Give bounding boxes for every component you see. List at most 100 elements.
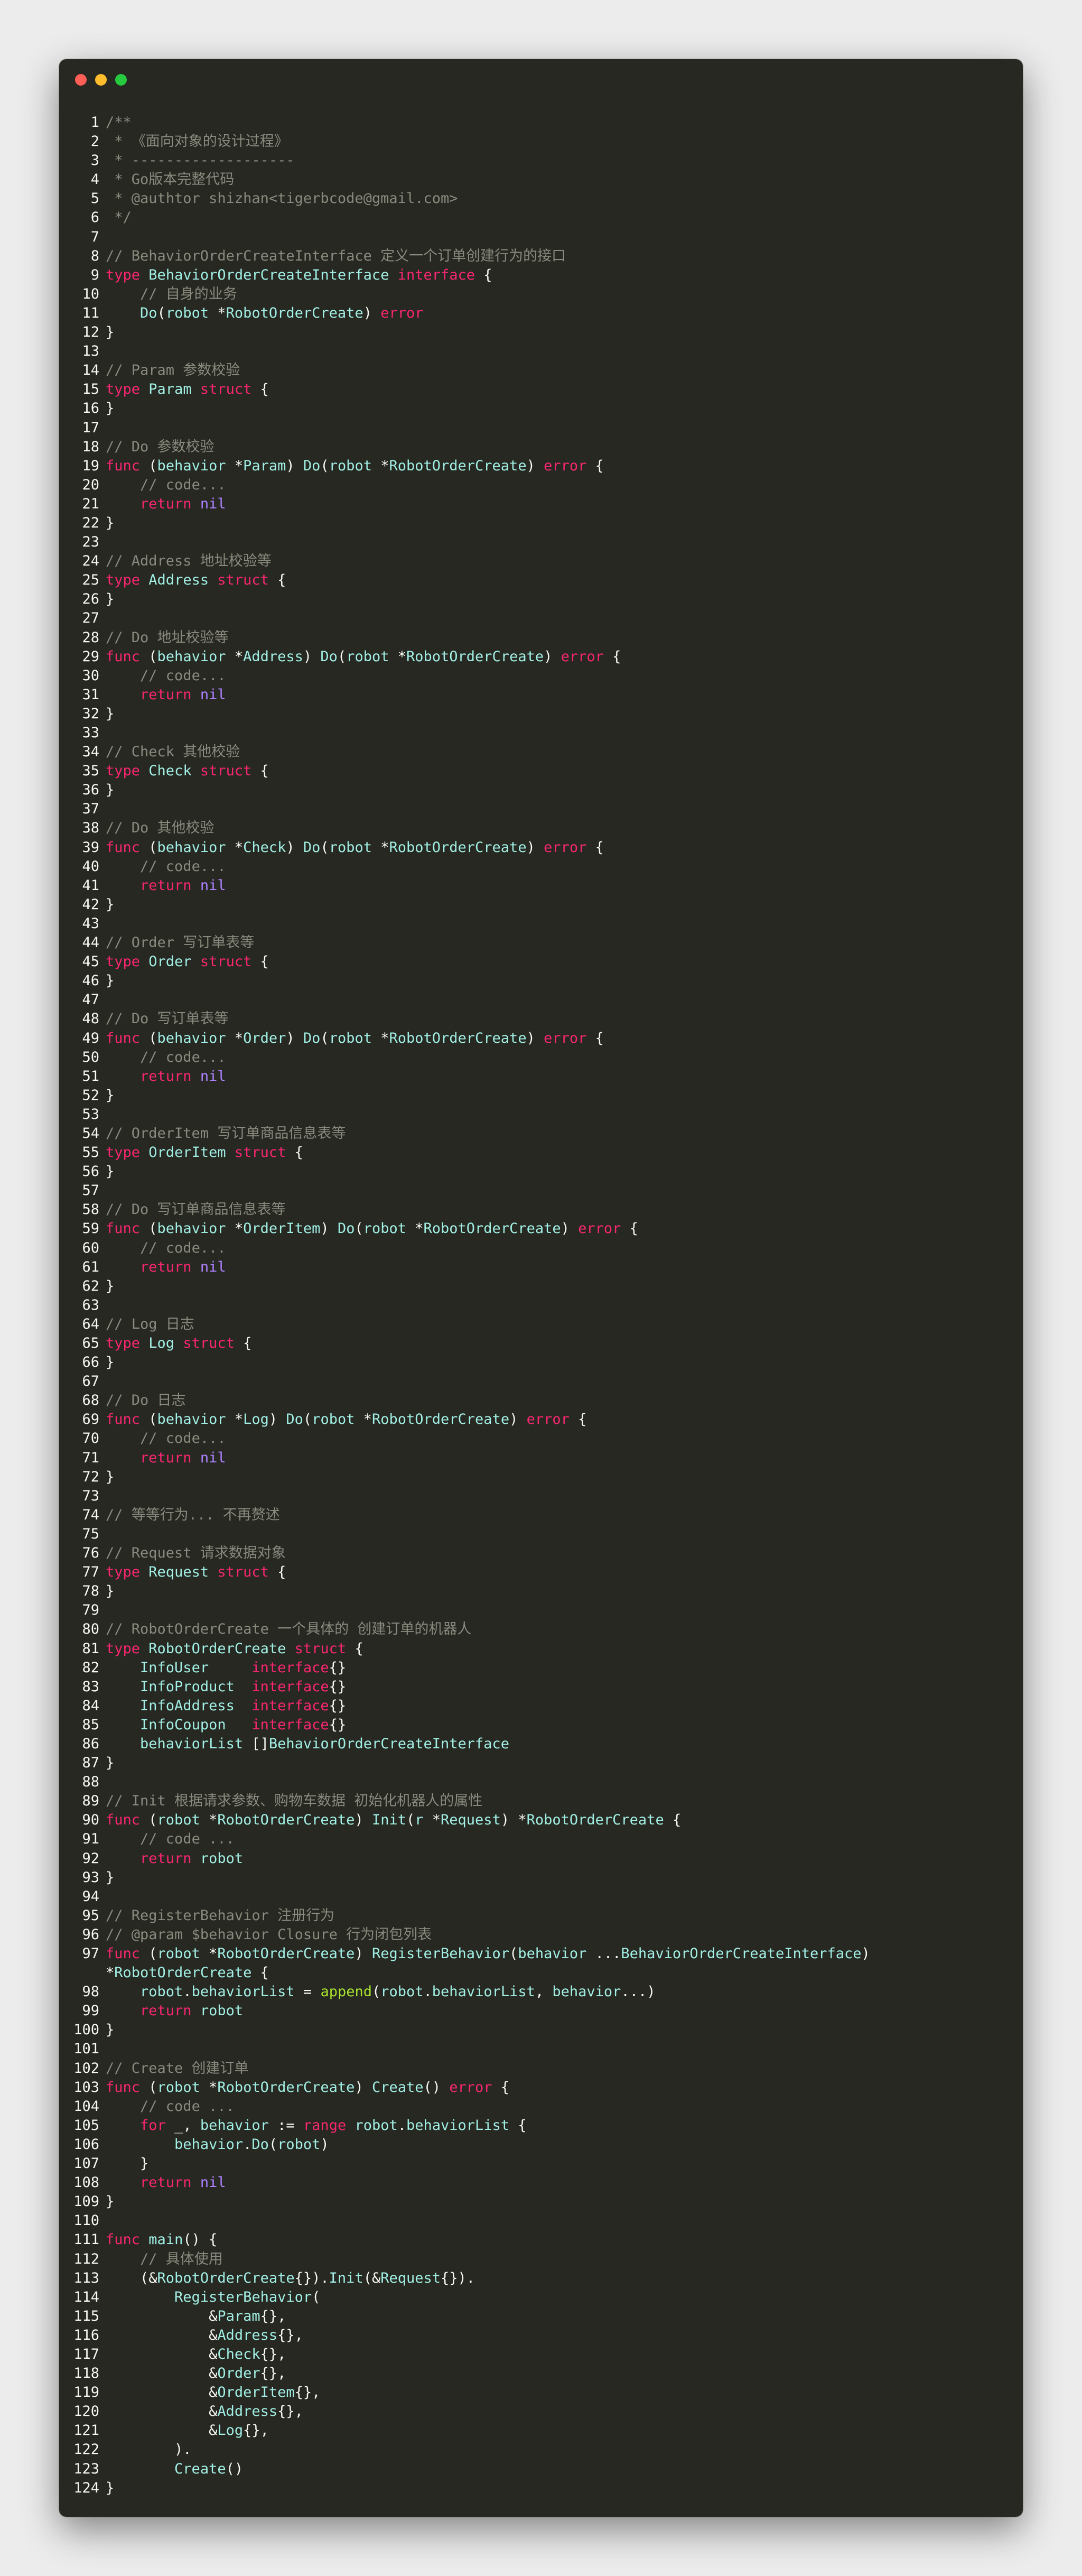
code-token: RegisterBehavior	[174, 2288, 312, 2305]
code-token: (&	[106, 2269, 157, 2286]
code-token: *	[209, 304, 226, 321]
code-token: robot	[312, 1411, 355, 1428]
line-number: 65	[82, 1335, 99, 1351]
code-token: {}	[329, 1697, 347, 1714]
code-token: *	[106, 1965, 115, 1981]
code-line: 97 func (robot *RobotOrderCreate) Registe…	[59, 1944, 1023, 1963]
code-token: )	[526, 839, 544, 856]
code-token: func	[106, 1945, 141, 1962]
code-token: error	[526, 1411, 570, 1428]
line-number: 108	[73, 2174, 99, 2191]
code-token: return	[140, 1068, 192, 1085]
code-line: 46}	[59, 971, 1023, 990]
code-token: .	[423, 1984, 432, 2000]
code-line: 47	[59, 990, 1023, 1009]
code-token: }	[106, 972, 115, 989]
code-token: * -------------------	[106, 152, 295, 169]
code-token: RobotOrderCreate	[157, 2269, 295, 2286]
code-token: return	[140, 2174, 192, 2191]
line-number: 62	[82, 1277, 99, 1294]
code-line: 86 behaviorList []BehaviorOrderCreateInt…	[59, 1735, 1023, 1754]
line-number: 111	[73, 2231, 99, 2248]
code-token: {	[621, 1220, 638, 1237]
code-line: 20 // code...	[59, 476, 1023, 495]
code-token: }	[106, 2022, 115, 2038]
line-source: // 等等行为... 不再赘述	[106, 1506, 280, 1525]
line-number: 58	[82, 1201, 99, 1218]
line-number: 100	[73, 2022, 99, 2038]
maximize-button[interactable]	[115, 74, 127, 86]
code-editor[interactable]: 1/** 2 * 《面向对象的设计过程》 3 * -----------------…	[59, 113, 1023, 2498]
code-line: 38 // Do 其他校验	[59, 819, 1023, 838]
code-token: Param	[148, 381, 192, 398]
code-token: * @authtor shizhan<tigerbcode@gmail.com>	[106, 190, 458, 207]
code-token: }	[106, 1277, 115, 1294]
line-source: }	[106, 1754, 114, 1773]
code-token: RobotOrderCreate	[389, 839, 527, 856]
code-token: {	[251, 953, 269, 970]
line-number: 98	[82, 1984, 99, 2000]
line-source: Create()	[106, 2460, 243, 2479]
code-line: 54 // OrderItem 写订单商品信息表等	[59, 1124, 1023, 1143]
close-button[interactable]	[75, 74, 87, 86]
code-token: )	[355, 2079, 372, 2096]
code-token: // Init 根据请求参数、购物车数据 初始化机器人的属性	[106, 1793, 483, 1810]
code-line: 48 // Do 写订单表等	[59, 1009, 1023, 1028]
code-line: 10 // 自身的业务	[59, 285, 1023, 304]
code-token: return	[140, 1449, 192, 1466]
line-number: 52	[82, 1087, 99, 1104]
minimize-button[interactable]	[95, 74, 107, 86]
line-source: type BehaviorOrderCreateInterface interf…	[106, 266, 492, 285]
line-source: InfoAddress interface{}	[106, 1697, 346, 1716]
line-number: 110	[73, 2212, 99, 2229]
code-token: robot	[157, 2079, 200, 2096]
code-token: =	[294, 1984, 321, 2000]
code-token: struct	[200, 763, 252, 780]
code-line: 34 // Check 其他校验	[59, 743, 1023, 762]
line-source: }	[106, 1086, 114, 1105]
code-line: 44 // Order 写订单表等	[59, 933, 1023, 952]
line-source: // Param 参数校验	[106, 361, 240, 380]
code-line: 83 InfoProduct interface{}	[59, 1678, 1023, 1697]
code-token: )	[561, 1220, 579, 1237]
code-token: (	[320, 457, 329, 474]
code-token: ).	[106, 2441, 192, 2458]
line-source: type RobotOrderCreate struct {	[106, 1639, 363, 1658]
code-token: {},	[277, 2327, 303, 2343]
line-source: * Go版本完整代码	[106, 170, 234, 189]
code-token: InfoAddress	[140, 1697, 235, 1714]
code-token: )	[268, 1411, 286, 1428]
code-token: (	[140, 1411, 157, 1428]
code-line: 109}	[59, 2192, 1023, 2211]
line-source: * @authtor shizhan<tigerbcode@gmail.com>	[106, 189, 458, 208]
code-token: Do	[337, 1220, 355, 1237]
code-token: &	[106, 2346, 218, 2362]
code-token: Check	[148, 763, 192, 780]
code-token: &	[106, 2327, 218, 2343]
code-token: behavior	[157, 1220, 226, 1237]
code-window: 1/** 2 * 《面向对象的设计过程》 3 * -----------------…	[59, 59, 1023, 2517]
code-line: 58 // Do 写订单商品信息表等	[59, 1200, 1023, 1219]
code-token: // code...	[140, 667, 226, 684]
code-token: {}	[329, 1659, 347, 1676]
line-source: &Log{},	[106, 2421, 269, 2440]
code-token: // Address 地址校验等	[106, 553, 272, 570]
code-line: 39 func (behavior *Check) Do(robot *Robot…	[59, 838, 1023, 857]
code-token: Request	[380, 2269, 441, 2286]
code-token: behavior	[157, 648, 226, 665]
line-number: 102	[73, 2060, 99, 2077]
line-source: }	[106, 399, 114, 418]
code-line: 98 robot.behaviorList = append(robot.beh…	[59, 1982, 1023, 2002]
